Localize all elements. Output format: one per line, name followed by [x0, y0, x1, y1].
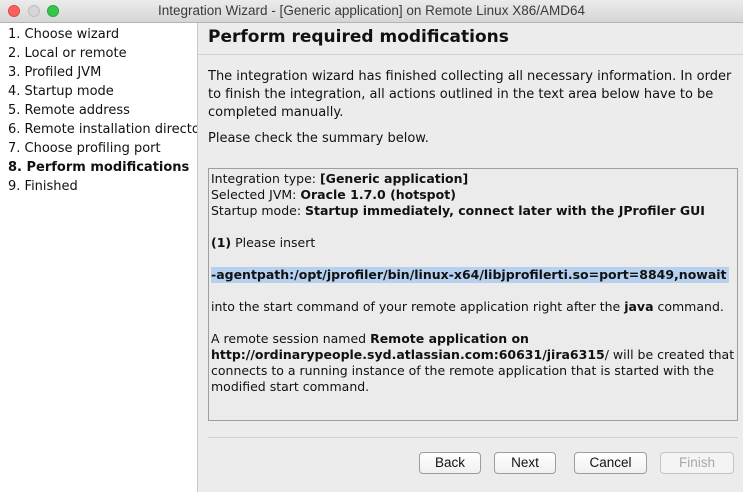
page-title: Perform required modifications [208, 27, 509, 47]
selected-jvm-label: Selected JVM: [211, 187, 301, 202]
cancel-button[interactable]: Cancel [574, 452, 647, 474]
heading-divider [198, 54, 743, 55]
back-button[interactable]: Back [419, 452, 481, 474]
step-remote-installation-directory[interactable]: 6. Remote installation director [8, 122, 197, 137]
step-startup-mode[interactable]: 4. Startup mode [8, 84, 114, 99]
integration-type-line: Integration type: [Generic application] [211, 171, 735, 187]
intro-text: The integration wizard has finished coll… [208, 69, 732, 120]
selected-jvm-value: Oracle 1.7.0 (hotspot) [300, 187, 456, 202]
integration-type-value: [Generic application] [319, 171, 469, 186]
selected-jvm-line: Selected JVM: Oracle 1.7.0 (hotspot) [211, 187, 735, 203]
finish-button[interactable]: Finish [660, 452, 734, 474]
step-number: (1) [211, 235, 232, 250]
startup-mode-label: Startup mode: [211, 203, 306, 218]
check-summary-text: Please check the summary below. [208, 131, 429, 146]
step-profiled-jvm[interactable]: 3. Profiled JVM [8, 65, 101, 80]
insert-location-prefix: into the start command of your remote ap… [211, 299, 625, 314]
step-instruction: Please insert [231, 235, 316, 250]
next-button[interactable]: Next [494, 452, 556, 474]
startup-mode-line: Startup mode: Startup immediately, conne… [211, 203, 735, 219]
step-remote-address[interactable]: 5. Remote address [8, 103, 130, 118]
insert-location-line: into the start command of your remote ap… [211, 299, 735, 315]
step-instruction-line: (1) Please insert [211, 235, 735, 251]
java-keyword: java [624, 299, 654, 314]
title-bar: Integration Wizard - [Generic applicatio… [0, 0, 743, 23]
integration-type-label: Integration type: [211, 171, 320, 186]
step-finished[interactable]: 9. Finished [8, 179, 78, 194]
remote-session-prefix: A remote session named [211, 331, 371, 346]
step-local-or-remote[interactable]: 2. Local or remote [8, 46, 127, 61]
step-perform-modifications[interactable]: 8. Perform modifications [8, 160, 189, 175]
insert-location-suffix: command. [653, 299, 724, 314]
buttons-divider [208, 437, 738, 438]
step-choose-wizard[interactable]: 1. Choose wizard [8, 27, 119, 42]
agentpath-command[interactable]: -agentpath:/opt/jprofiler/bin/linux-x64/… [211, 267, 729, 283]
startup-mode-value: Startup immediately, connect later with … [305, 203, 705, 218]
remote-session-line: A remote session named Remote applicatio… [211, 331, 735, 395]
step-choose-profiling-port[interactable]: 7. Choose profiling port [8, 141, 161, 156]
wizard-steps-sidebar: 1. Choose wizard 2. Local or remote 3. P… [0, 23, 198, 492]
summary-text-area[interactable]: Integration type: [Generic application] … [208, 168, 738, 421]
window-title: Integration Wizard - [Generic applicatio… [158, 3, 585, 18]
